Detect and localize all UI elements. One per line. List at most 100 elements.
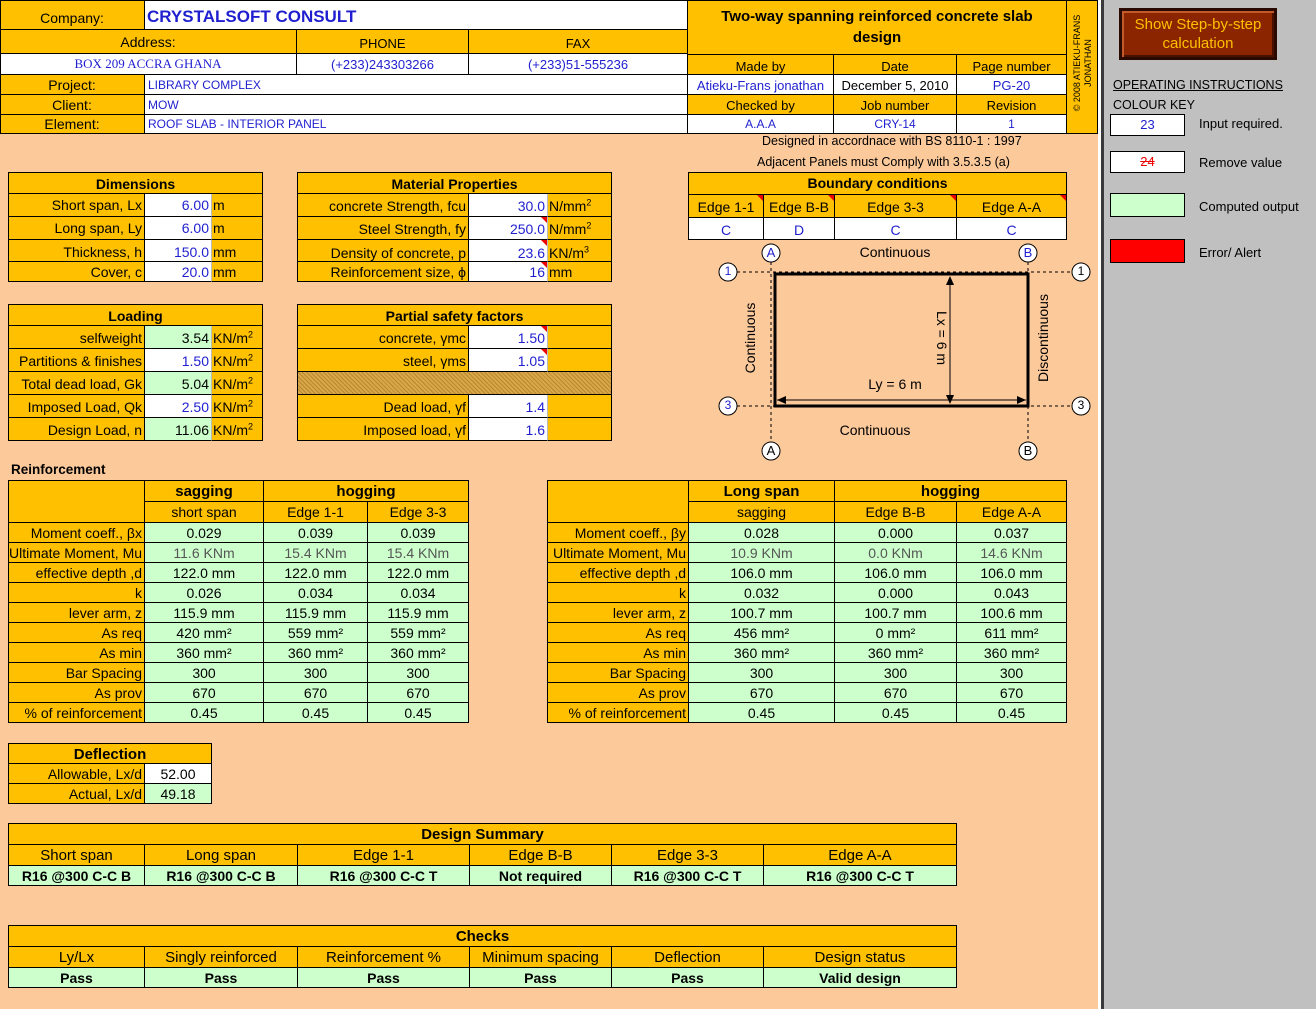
cover-unit: mm xyxy=(212,262,263,282)
gamma-ms-input[interactable]: 1.05 xyxy=(469,349,548,372)
checks-value: Pass xyxy=(145,968,298,988)
short-hogging-group: hogging xyxy=(264,481,469,502)
dead-load-value: 5.04 xyxy=(145,372,212,395)
grid-b-bottom-label: B xyxy=(1023,443,1033,458)
long-row-value: 670 xyxy=(957,683,1067,703)
edge-a-a-select[interactable]: C xyxy=(957,218,1067,240)
copyright-text: © 2008 ATIEKU-FRANS JONATHAN xyxy=(1072,14,1093,112)
page-number-label: Page number xyxy=(957,55,1067,75)
long-row-value: 360 mm² xyxy=(835,643,957,663)
long-row-value: 100.7 mm xyxy=(689,603,835,623)
long-span-unit: m xyxy=(212,217,263,240)
short-span-input[interactable]: 6.00 xyxy=(145,194,212,217)
date-value[interactable]: December 5, 2010 xyxy=(834,75,957,95)
project-value[interactable]: LIBRARY COMPLEX xyxy=(145,75,688,95)
summary-col-header: Edge B-B xyxy=(470,845,612,866)
address-value[interactable]: BOX 209 ACCRA GHANA xyxy=(0,54,297,75)
short-span-unit: m xyxy=(212,194,263,217)
long-row-value: 611 mm² xyxy=(957,623,1067,643)
lx-dimension-label: Lx = 6 m xyxy=(934,310,950,366)
gamma-f-imposed-input[interactable]: 1.6 xyxy=(469,418,548,441)
summary-value: R16 @300 C-C T xyxy=(298,866,470,886)
long-row-value: 106.0 mm xyxy=(957,563,1067,583)
long-span-input[interactable]: 6.00 xyxy=(145,217,212,240)
fy-input[interactable]: 250.0 xyxy=(469,217,548,240)
fcu-input[interactable]: 30.0 xyxy=(469,194,548,217)
short-row-value: 122.0 mm xyxy=(264,563,368,583)
key-input-swatch: 23 xyxy=(1110,114,1185,136)
long-row-value: 106.0 mm xyxy=(835,563,957,583)
design-code-note: Designed in accordnace with BS 8110-1 : … xyxy=(762,134,1022,148)
grid-1-left-label: 1 xyxy=(724,264,732,278)
long-row-value: 0.45 xyxy=(957,703,1067,723)
job-number-label: Job number xyxy=(834,95,957,115)
fax-value[interactable]: (+233)51-555236 xyxy=(469,54,688,75)
long-row-value: 0.037 xyxy=(957,523,1067,543)
grid-1-right-label: 1 xyxy=(1077,264,1085,278)
thickness-input[interactable]: 150.0 xyxy=(145,240,212,262)
gamma-mc-input[interactable]: 1.50 xyxy=(469,326,548,349)
long-row-value: 106.0 mm xyxy=(689,563,835,583)
reinforcement-heading: Reinforcement xyxy=(11,462,106,477)
short-row-value: 360 mm² xyxy=(368,643,469,663)
made-by-value[interactable]: Atieku-Frans jonathan xyxy=(688,75,834,95)
imposed-load-input[interactable]: 2.50 xyxy=(145,395,212,418)
short-row-value: 0.026 xyxy=(145,583,264,603)
grid-a-top-label: A xyxy=(766,245,776,260)
copyright-cell: © 2008 ATIEKU-FRANS JONATHAN xyxy=(1067,0,1098,134)
long-sagging-group: Long span xyxy=(689,481,835,502)
edge-b-b-select[interactable]: D xyxy=(764,218,835,240)
checked-by-value[interactable]: A.A.A xyxy=(688,115,834,134)
density-input[interactable]: 23.6 xyxy=(469,240,548,262)
checks-col-header: Singly reinforced xyxy=(145,947,298,968)
short-row-value: 115.9 mm xyxy=(145,603,264,623)
dead-load-label: Total dead load, Gk xyxy=(9,372,145,395)
step-by-step-button[interactable]: Show Step-by-step calculation xyxy=(1119,8,1277,60)
density-label: Density of concrete, p xyxy=(298,240,469,262)
materials-table: Material Properties concrete Strength, f… xyxy=(297,172,612,282)
bottom-edge-condition: Continuous xyxy=(839,422,911,438)
long-row-value: 0.028 xyxy=(689,523,835,543)
edge-1-1-select[interactable]: C xyxy=(689,218,764,240)
phone-value[interactable]: (+233)243303266 xyxy=(297,54,469,75)
partitions-unit: KN/m2 xyxy=(212,349,263,372)
checks-value: Pass xyxy=(298,968,470,988)
checks-col-header: Design status xyxy=(764,947,957,968)
company-label: Company: xyxy=(0,0,145,30)
fax-label: FAX xyxy=(469,30,688,54)
bar-size-input[interactable]: 16 xyxy=(469,262,548,282)
boundary-title: Boundary conditions xyxy=(689,173,1067,195)
long-row-value: 670 xyxy=(835,683,957,703)
job-number-value[interactable]: CRY-14 xyxy=(834,115,957,134)
client-value[interactable]: MOW xyxy=(145,95,688,115)
revision-value[interactable]: 1 xyxy=(957,115,1067,134)
short-row-value: 0.034 xyxy=(264,583,368,603)
partitions-input[interactable]: 1.50 xyxy=(145,349,212,372)
summary-col-header: Short span xyxy=(9,845,145,866)
long-row-value: 360 mm² xyxy=(957,643,1067,663)
grid-b-top-label: B xyxy=(1023,245,1033,260)
materials-title: Material Properties xyxy=(298,173,612,194)
long-hogging-group: hogging xyxy=(835,481,1067,502)
cover-input[interactable]: 20.0 xyxy=(145,262,212,282)
summary-value: R16 @300 C-C B xyxy=(9,866,145,886)
company-name[interactable]: CRYSTALSOFT CONSULT xyxy=(145,0,688,30)
long-row-value: 360 mm² xyxy=(689,643,835,663)
long-row-value: 670 xyxy=(689,683,835,703)
page-number-value[interactable]: PG-20 xyxy=(957,75,1067,95)
allowable-ld-value: 52.00 xyxy=(145,764,212,784)
short-row-value: 559 mm² xyxy=(368,623,469,643)
short-row-value: 122.0 mm xyxy=(368,563,469,583)
short-row-label: % of reinforcement xyxy=(9,703,145,723)
short-row-value: 15.4 KNm xyxy=(368,543,469,563)
edge-3-3-select[interactable]: C xyxy=(835,218,957,240)
summary-value: Not required xyxy=(470,866,612,886)
element-value[interactable]: ROOF SLAB - INTERIOR PANEL xyxy=(145,115,688,134)
short-row-value: 115.9 mm xyxy=(368,603,469,623)
short-row-label: As prov xyxy=(9,683,145,703)
key-computed-swatch xyxy=(1110,193,1185,217)
short-row-label: Bar Spacing xyxy=(9,663,145,683)
gamma-f-dead-input[interactable]: 1.4 xyxy=(469,395,548,418)
dimensions-table: Dimensions Short span, Lx 6.00 m Long sp… xyxy=(8,172,263,282)
operating-instructions-link[interactable]: OPERATING INSTRUCTIONS xyxy=(1113,78,1283,92)
